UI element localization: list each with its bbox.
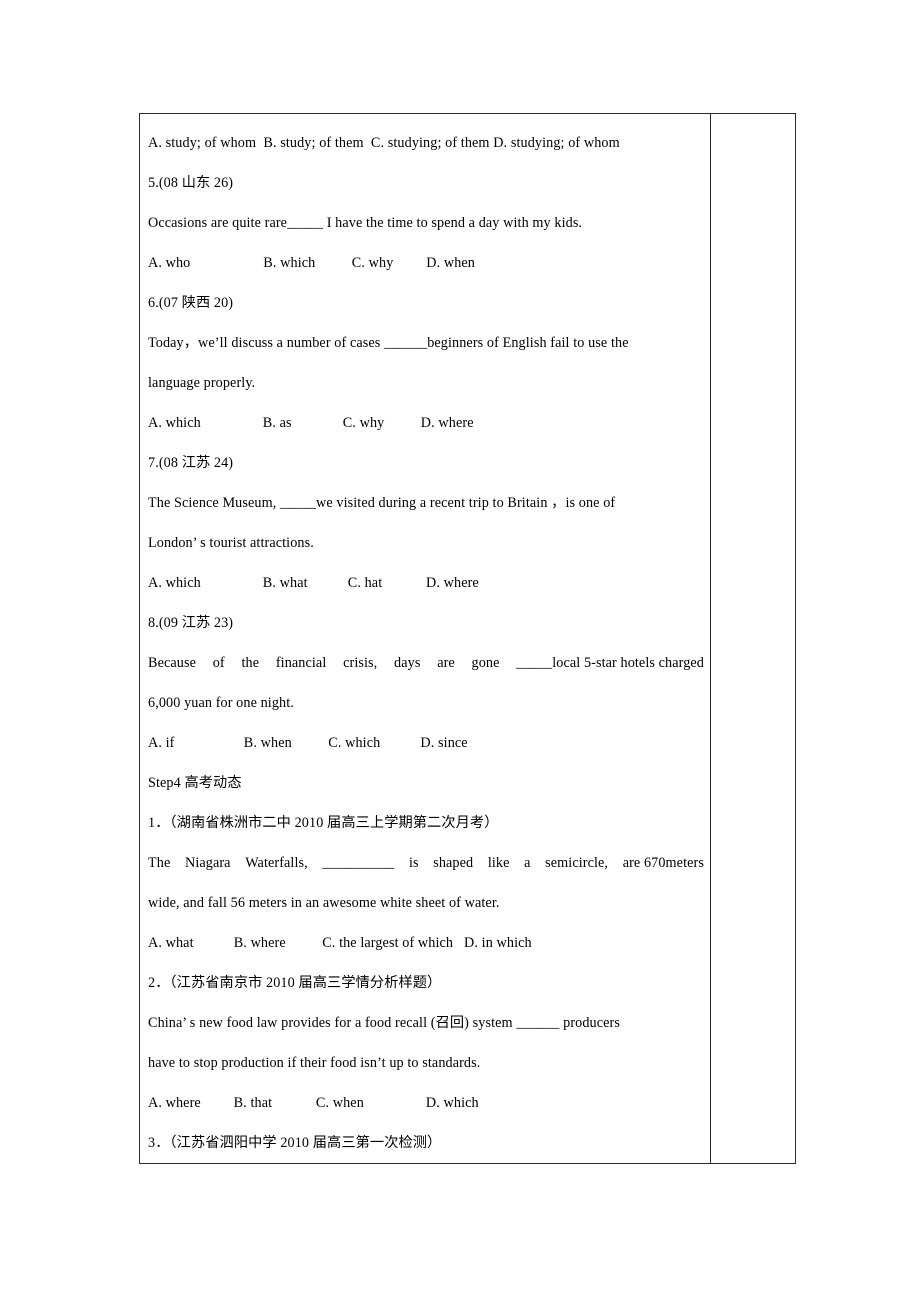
justified-token: shaped: [433, 855, 474, 871]
question-line-list: A. study; of whom B. study; of them C. s…: [148, 114, 704, 1163]
justified-token: financial: [275, 655, 327, 671]
notes-column-cell: [710, 113, 796, 1164]
justified-token: _____local 5-star hotels charged: [516, 655, 704, 671]
q6-options-line: A. which B. as C. why D. where: [148, 415, 474, 431]
q6-stem-line-2: language properly.: [148, 375, 256, 391]
q8-stem-line-2: 6,000 yuan for one night.: [148, 695, 294, 711]
q8-options-line: A. if B. when C. which D. since: [148, 735, 468, 751]
q6-stem-line-1: Today，we’ll discuss a number of cases __…: [148, 335, 629, 351]
step4-q1-options-line: A. what B. where C. the largest of which…: [148, 935, 532, 951]
justified-token: Niagara: [184, 855, 231, 871]
step4-q2-options-line: A. where B. that C. when D. which: [148, 1095, 479, 1111]
step4-q2-stem-line-1: China’ s new food law provides for a foo…: [148, 1015, 620, 1031]
justified-token: days: [394, 655, 421, 671]
justified-token: gone: [471, 655, 500, 671]
step4-q1-stem-line-1: The Niagara Waterfalls, __________ is shaped l…: [148, 843, 704, 883]
q8-heading: 8.(09 江苏 23): [148, 615, 234, 631]
q7-stem-line-2: London’ s tourist attractions.: [148, 535, 314, 551]
step4-q2-stem-line-2: have to stop production if their food is…: [148, 1055, 481, 1071]
justified-token: like: [487, 855, 510, 871]
justified-token: the: [241, 655, 260, 671]
justified-token: The: [148, 855, 171, 871]
step4-q1-stem-line-2: wide, and fall 56 meters in an awesome w…: [148, 895, 500, 911]
q8-stem-line-1: Because of the financial crisis, days are gone _…: [148, 643, 704, 683]
justified-token: is: [408, 855, 419, 871]
justified-token: semicircle,: [545, 855, 609, 871]
justified-token: are 670meters: [622, 855, 704, 871]
q5-stem: Occasions are quite rare_____ I have the…: [148, 215, 583, 231]
worksheet-table: A. study; of whom B. study; of them C. s…: [139, 113, 796, 1164]
step4-section-heading: Step4 高考动态: [148, 775, 242, 791]
q5-options-line: A. who B. which C. why D. when: [148, 255, 475, 271]
q7-heading: 7.(08 江苏 24): [148, 455, 234, 471]
justified-token: Waterfalls,: [245, 855, 308, 871]
step4-q2-heading: 2．（江苏省南京市 2010 届高三学情分析样题）: [148, 975, 442, 991]
justified-token: of: [212, 655, 225, 671]
table-row: A. study; of whom B. study; of them C. s…: [139, 113, 796, 1164]
question-content-cell: A. study; of whom B. study; of them C. s…: [139, 113, 711, 1164]
justified-token: Because: [148, 655, 196, 671]
q6-heading: 6.(07 陕西 20): [148, 295, 234, 311]
justified-token: a: [524, 855, 531, 871]
document-page: A. study; of whom B. study; of them C. s…: [0, 0, 920, 1302]
q7-options-line: A. which B. what C. hat D. where: [148, 575, 479, 591]
q4-options-line: A. study; of whom B. study; of them C. s…: [148, 135, 620, 151]
justified-token: are: [437, 655, 455, 671]
q5-heading: 5.(08 山东 26): [148, 175, 234, 191]
q7-stem-line-1: The Science Museum, _____we visited duri…: [148, 495, 616, 511]
justified-token: crisis,: [343, 655, 378, 671]
step4-q3-heading: 3．（江苏省泗阳中学 2010 届高三第一次检测）: [148, 1135, 442, 1151]
justified-token: __________: [322, 855, 395, 871]
step4-q1-heading: 1．（湖南省株洲市二中 2010 届高三上学期第二次月考）: [148, 815, 499, 831]
